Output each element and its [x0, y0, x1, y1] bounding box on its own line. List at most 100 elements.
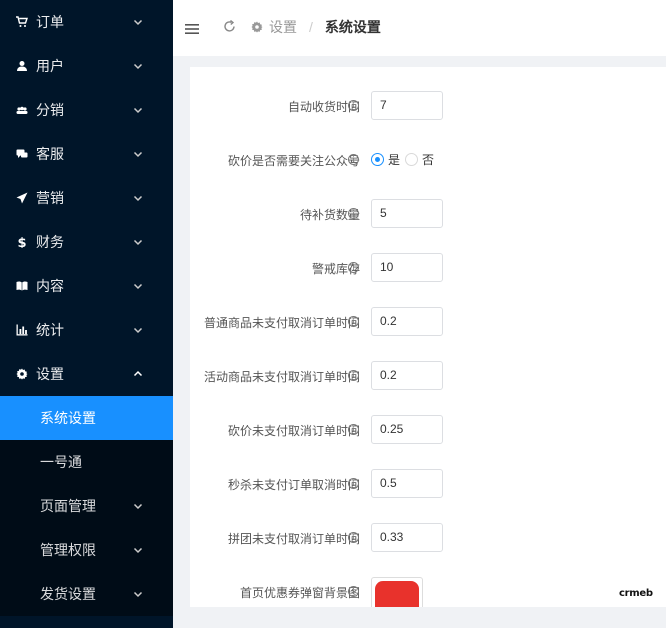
sidebar-item-label: 订单: [36, 14, 64, 30]
chat-icon: [16, 148, 28, 160]
sidebar-subitem-system-settings[interactable]: 系统设置: [0, 396, 173, 440]
info-icon[interactable]: i: [348, 586, 359, 597]
sidebar-item-label: 营销: [36, 190, 64, 206]
bargain-follow-radio-group: 是 否: [371, 151, 439, 168]
form-row-group-unpaid: 拼团未支付取消订单时间 i 0.33: [190, 523, 666, 553]
chevron-down-icon: [133, 19, 143, 26]
chevron-down-icon: [133, 239, 143, 246]
form-row-coupon-bg: 首页优惠券弹窗背景图 i: [190, 577, 666, 607]
sidebar: 订单 用户 分销 客服 营销 $ 财务 内容 统计 设置 系统设置 一号通 页面…: [0, 0, 173, 628]
refresh-icon[interactable]: [223, 20, 236, 33]
info-icon[interactable]: i: [348, 424, 359, 435]
form-row-activity-unpaid: 活动商品未支付取消订单时间 i 0.2: [190, 361, 666, 391]
info-icon[interactable]: i: [348, 154, 359, 165]
info-icon[interactable]: i: [348, 478, 359, 489]
alert-stock-input[interactable]: 10: [371, 253, 443, 282]
breadcrumb-current: 系统设置: [324, 19, 381, 35]
breadcrumb-separator: /: [309, 19, 313, 35]
activity-unpaid-input[interactable]: 0.2: [371, 361, 443, 390]
form-row-auto-receive: 自动收货时间 i 7: [190, 91, 666, 121]
field-label: 首页优惠券弹窗背景图: [239, 586, 360, 600]
sidebar-item-label: 内容: [36, 278, 64, 294]
sidebar-item-distribution[interactable]: 分销: [0, 88, 173, 132]
sidebar-item-settings[interactable]: 设置: [0, 352, 173, 396]
radio-no-label[interactable]: 否: [422, 151, 434, 168]
field-label: 普通商品未支付取消订单时间: [203, 316, 360, 330]
normal-unpaid-input[interactable]: 0.2: [371, 307, 443, 336]
chevron-down-icon: [133, 63, 143, 70]
form-row-bargain-follow: 砍价是否需要关注公众号 i 是 否: [190, 145, 666, 175]
info-icon[interactable]: i: [348, 316, 359, 327]
svg-text:$: $: [17, 236, 26, 248]
settings-form: 自动收货时间 i 7 砍价是否需要关注公众号 i 是 否 待补货数量 i 5 警…: [190, 67, 666, 607]
bargain-unpaid-input[interactable]: 0.25: [371, 415, 443, 444]
sidebar-subitem-page-management[interactable]: 页面管理: [0, 484, 173, 528]
field-label: 秒杀未支付订单取消时间: [227, 478, 360, 492]
gear-icon: [251, 21, 263, 33]
form-row-normal-unpaid: 普通商品未支付取消订单时间 i 0.2: [190, 307, 666, 337]
sidebar-subitem-label: 系统设置: [40, 410, 96, 426]
sidebar-item-content[interactable]: 内容: [0, 264, 173, 308]
dollar-icon: $: [16, 236, 28, 248]
top-header: 设置 / 系统设置: [173, 0, 666, 56]
chevron-down-icon: [133, 195, 143, 202]
info-icon[interactable]: i: [348, 208, 359, 219]
chevron-down-icon: [133, 503, 143, 510]
user-icon: [16, 60, 28, 72]
sidebar-item-label: 设置: [36, 366, 64, 382]
chevron-up-icon: [133, 370, 143, 377]
breadcrumb: 设置 / 系统设置: [251, 17, 381, 37]
sidebar-subitem-label: 管理权限: [40, 542, 96, 558]
sidebar-item-label: 财务: [36, 234, 64, 250]
form-row-seckill-unpaid: 秒杀未支付订单取消时间 i 0.5: [190, 469, 666, 499]
info-icon[interactable]: i: [348, 100, 359, 111]
form-row-restock: 待补货数量 i 5: [190, 199, 666, 229]
info-icon[interactable]: i: [348, 262, 359, 273]
chevron-down-icon: [133, 151, 143, 158]
auto-receive-input[interactable]: 7: [371, 91, 443, 120]
sidebar-subitem-label: 一号通: [40, 454, 82, 470]
radio-no[interactable]: [405, 153, 419, 166]
radio-yes-label[interactable]: 是: [388, 151, 400, 168]
sidebar-item-statistics[interactable]: 统计: [0, 308, 173, 352]
field-label: 砍价是否需要关注公众号: [227, 154, 360, 168]
crmeb-logo: crmeb: [619, 588, 653, 599]
coupon-bg-thumbnail: [375, 581, 419, 607]
chevron-down-icon: [133, 327, 143, 334]
bar-chart-icon: [16, 324, 28, 336]
cart-icon: [16, 16, 28, 28]
sidebar-item-label: 用户: [36, 58, 64, 74]
sidebar-item-label: 分销: [36, 102, 64, 118]
sidebar-item-users[interactable]: 用户: [0, 44, 173, 88]
sidebar-subitem-label: 页面管理: [40, 498, 96, 514]
chevron-down-icon: [133, 107, 143, 114]
sidebar-item-orders[interactable]: 订单: [0, 0, 173, 44]
sidebar-item-label: 客服: [36, 146, 64, 162]
field-label: 拼团未支付取消订单时间: [227, 532, 360, 546]
send-icon: [16, 192, 28, 204]
sidebar-item-label: 统计: [36, 322, 64, 338]
sidebar-subitem-yihaotong[interactable]: 一号通: [0, 440, 173, 484]
radio-yes[interactable]: [371, 153, 384, 166]
group-icon: [16, 104, 28, 116]
sidebar-item-marketing[interactable]: 营销: [0, 176, 173, 220]
form-row-alert-stock: 警戒库存 i 10: [190, 253, 666, 283]
book-icon: [16, 280, 28, 292]
chevron-down-icon: [133, 591, 143, 598]
field-label: 砍价未支付取消订单时间: [227, 424, 360, 438]
breadcrumb-parent[interactable]: 设置: [269, 17, 297, 37]
menu-toggle-icon[interactable]: [185, 23, 199, 35]
info-icon[interactable]: i: [348, 532, 359, 543]
group-unpaid-input[interactable]: 0.33: [371, 523, 443, 552]
info-icon[interactable]: i: [348, 370, 359, 381]
chevron-down-icon: [133, 547, 143, 554]
sidebar-item-service[interactable]: 客服: [0, 132, 173, 176]
seckill-unpaid-input[interactable]: 0.5: [371, 469, 443, 498]
sidebar-subitem-permissions[interactable]: 管理权限: [0, 528, 173, 572]
sidebar-item-finance[interactable]: $ 财务: [0, 220, 173, 264]
sidebar-subitem-label: 发货设置: [40, 586, 96, 602]
sidebar-subitem-shipping-settings[interactable]: 发货设置: [0, 572, 173, 616]
restock-input[interactable]: 5: [371, 199, 443, 228]
coupon-bg-image-upload[interactable]: [371, 577, 423, 607]
chevron-down-icon: [133, 283, 143, 290]
